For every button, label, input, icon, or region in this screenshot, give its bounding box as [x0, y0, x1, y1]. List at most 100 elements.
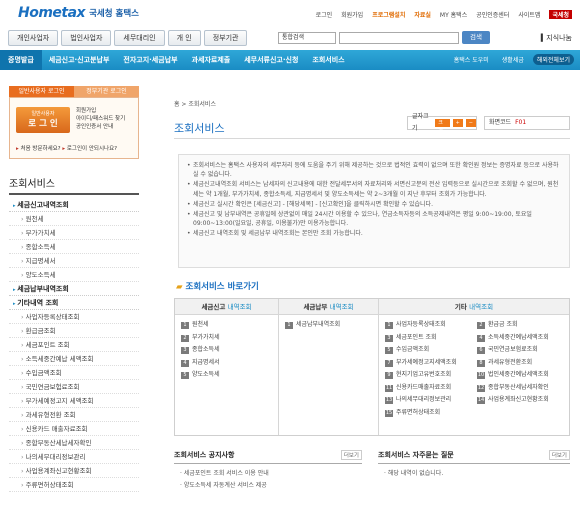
- shortcut-item-label: 지급명세서: [192, 358, 220, 366]
- sidebar-item-card-sales[interactable]: 신용카드 매출자료조회: [9, 422, 139, 436]
- sidebar-item-withholding[interactable]: 원천세: [9, 212, 139, 226]
- shortcut-item[interactable]: 15 주류면허상태조회: [385, 407, 475, 420]
- info-line: 세금신고 및 납부내역은 공휴일에 상관없이 매일 24시간 이용할 수 있으나…: [187, 210, 561, 228]
- util-my-hometax-link[interactable]: MY 홈택스: [440, 10, 467, 19]
- first-visit-link[interactable]: 처음 방문하세요?: [21, 146, 61, 152]
- notice-more-button[interactable]: 더보기: [340, 450, 362, 460]
- nav-helper-link[interactable]: 홈택스 도우미: [450, 54, 493, 65]
- nav-tax-filing[interactable]: 세금신고·신고분납부: [42, 55, 117, 65]
- util-sitemap-link[interactable]: 사이트맵: [518, 10, 540, 19]
- sidebar-item-refund[interactable]: 환급금조회: [9, 324, 139, 338]
- util-signup-link[interactable]: 회원가입: [341, 10, 363, 19]
- util-login-link[interactable]: 로그인: [316, 10, 333, 19]
- shortcut-item[interactable]: 10 법인세중간예납세액조회: [477, 369, 567, 382]
- shortcut-item[interactable]: 12 종합부동산세납세자확인: [477, 382, 567, 395]
- find-id-link[interactable]: 아이디/패스워드 찾기: [76, 115, 125, 123]
- font-size-button[interactable]: 크게: [435, 119, 450, 134]
- shortcut-item[interactable]: 3 세금포인트 조회: [385, 332, 475, 345]
- shortcut-item[interactable]: 14 사업용계좌신고현황조회: [477, 394, 567, 407]
- search-input[interactable]: [339, 31, 459, 44]
- shortcut-item[interactable]: 3 종합소득세: [181, 344, 272, 357]
- shortcut-item[interactable]: 4 소득세중간예납세액조회: [477, 332, 567, 345]
- login-help-link[interactable]: 로그인이 안되시나요?: [67, 146, 117, 152]
- shortcut-item[interactable]: 1 세금납부내역조회: [285, 319, 372, 332]
- shortcut-item[interactable]: 5 양도소득세: [181, 369, 272, 382]
- util-program-install-link[interactable]: 프로그램설치: [372, 10, 405, 19]
- nav-life-tax-link[interactable]: 생활세금: [498, 54, 528, 65]
- sidebar-item-property-tax[interactable]: 종합부동산세납세자확인: [9, 436, 139, 450]
- search-button[interactable]: 검색: [462, 31, 490, 44]
- sidebar-item-tax-type[interactable]: 과세유형전환 조회: [9, 408, 139, 422]
- login-button-label: 로 그 인: [28, 119, 58, 129]
- col-head-main: 세금신고: [201, 303, 226, 311]
- tab-general-login[interactable]: 일반사용자 로그인: [9, 86, 74, 97]
- notice-item[interactable]: 세금포인트 조회 서비스 이용 안내: [174, 468, 362, 480]
- nav-certificate[interactable]: 증명발급: [0, 50, 42, 70]
- shortcut-item[interactable]: 4 지급명세서: [181, 357, 272, 370]
- shortcut-item[interactable]: 1 사업자등록상태조회: [385, 319, 475, 332]
- shortcut-item[interactable]: 6 국민연금보험료조회: [477, 344, 567, 357]
- shortcut-item-label: 사업용계좌신고현황조회: [488, 396, 549, 403]
- search-area: 통합검색 검색: [278, 31, 490, 44]
- sidebar-item-revenue[interactable]: 수입금액조회: [9, 366, 139, 380]
- knowledge-share-link[interactable]: ▍지식나눔: [541, 33, 572, 43]
- tab-corporate-business[interactable]: 법인사업자: [61, 30, 112, 46]
- tab-government[interactable]: 정부기관: [203, 30, 248, 46]
- notice-item[interactable]: 양도소득세 자동계산 서비스 제공: [174, 480, 362, 492]
- sidebar-item-business-account[interactable]: 사업용계좌신고현황조회: [9, 464, 139, 478]
- nts-logo[interactable]: 국세청: [549, 10, 572, 19]
- sidebar-item-tax-agent-info[interactable]: 나의세무대리정보관리: [9, 450, 139, 464]
- shortcut-item[interactable]: 5 수입금액조회: [385, 344, 475, 357]
- shortcut-item-label: 종합부동산세납세자확인: [488, 383, 549, 391]
- info-box: 조회서비스는 홈택스 사용자의 세무처리 등에 도움을 주기 위해 제공하는 것…: [178, 154, 570, 268]
- login-links: 회원가입 아이디/패스워드 찾기 공인인증서 안내: [76, 107, 125, 131]
- sidebar-item-transfer-tax[interactable]: 양도소득세: [9, 268, 139, 282]
- nav-e-notice-payment[interactable]: 전자고지·세금납부: [116, 55, 184, 65]
- font-plus-button[interactable]: +: [452, 119, 463, 127]
- sidebar-item-income-tax[interactable]: 종합소득세: [9, 240, 139, 254]
- sidebar-item-tax-payment-history[interactable]: 세금납부내역조회: [9, 282, 139, 296]
- sidebar-item-business-status[interactable]: 사업자등록상태조회: [9, 310, 139, 324]
- tab-individual-business[interactable]: 개인사업자: [8, 30, 59, 46]
- nav-tax-docs[interactable]: 세무서류신고·신청: [237, 55, 305, 65]
- faq-more-button[interactable]: 더보기: [548, 450, 570, 460]
- site-logo[interactable]: Hometax 국세청 홈택스: [18, 5, 139, 21]
- sidebar-item-tax-point[interactable]: 세금포인트 조회: [9, 338, 139, 352]
- sidebar-item-vat-notice[interactable]: 부가세예정고지 세액조회: [9, 394, 139, 408]
- shortcut-item[interactable]: 9 현지기업고유번호조회: [385, 369, 475, 382]
- util-cert-center-link[interactable]: 공인인증센터: [476, 10, 509, 19]
- shortcut-item[interactable]: 13 나의세무대리정보관리: [385, 394, 475, 407]
- tab-tax-agent[interactable]: 세무대리인: [114, 30, 165, 46]
- shortcut-item[interactable]: 2 환급금 조회: [477, 319, 567, 332]
- sidebar-item-tax-filing-history[interactable]: 세금신고내역조회: [9, 198, 139, 212]
- faq-header: 조회서비스 자주묻는 질문 더보기: [378, 450, 570, 464]
- tab-gov-login[interactable]: 정부기관 로그인: [74, 86, 139, 97]
- cert-guide-link[interactable]: 공인인증서 안내: [76, 123, 125, 131]
- util-resources-link[interactable]: 자료실: [414, 10, 431, 19]
- signup-link[interactable]: 회원가입: [76, 107, 125, 115]
- login-footer: ▸ 처음 방문하세요? ▸ 로그인이 안되시나요?: [16, 144, 117, 152]
- login-button[interactable]: 일반사용자 로 그 인: [16, 107, 70, 133]
- sidebar-item-vat[interactable]: 부가가치세: [9, 226, 139, 240]
- tab-individual[interactable]: 개 인: [167, 30, 201, 46]
- font-size-control: 글자크기 크게 + −: [407, 113, 477, 134]
- sidebar-item-liquor-license[interactable]: 주류면허상태조회: [9, 478, 139, 492]
- sidebar-item-pension[interactable]: 국민연금보험료조회: [9, 380, 139, 394]
- title-divider: [174, 138, 570, 139]
- shortcut-item[interactable]: 11 신용카드매출자료조회: [385, 382, 475, 395]
- sidebar-item-interim-prepay[interactable]: 소득세중간예납 세액조회: [9, 352, 139, 366]
- info-line: 세금신고 내역조회 및 세금납부 내역조회는 본인만 조회 가능합니다.: [187, 229, 561, 238]
- sidebar-item-other-history[interactable]: 기타내역 조회: [9, 296, 139, 310]
- shortcut-item[interactable]: 8 과세유형전환조회: [477, 357, 567, 370]
- nav-overseas-link[interactable]: 해외전체보기: [532, 54, 574, 65]
- shortcut-item-label: 부가가치세: [192, 333, 220, 341]
- login-button-caption: 일반사용자: [31, 111, 55, 117]
- shortcut-item[interactable]: 2 부가가치세: [181, 332, 272, 345]
- nav-inquiry-service[interactable]: 조회서비스: [305, 55, 351, 65]
- search-scope-select[interactable]: 통합검색: [278, 31, 336, 44]
- shortcut-item[interactable]: 7 부가세예정고지세액조회: [385, 357, 475, 370]
- sidebar-item-payment-statement[interactable]: 지급명세서: [9, 254, 139, 268]
- shortcut-item[interactable]: 1 원천세: [181, 319, 272, 332]
- nav-tax-data-submit[interactable]: 과세자료제출: [185, 55, 238, 65]
- font-minus-button[interactable]: −: [465, 119, 476, 127]
